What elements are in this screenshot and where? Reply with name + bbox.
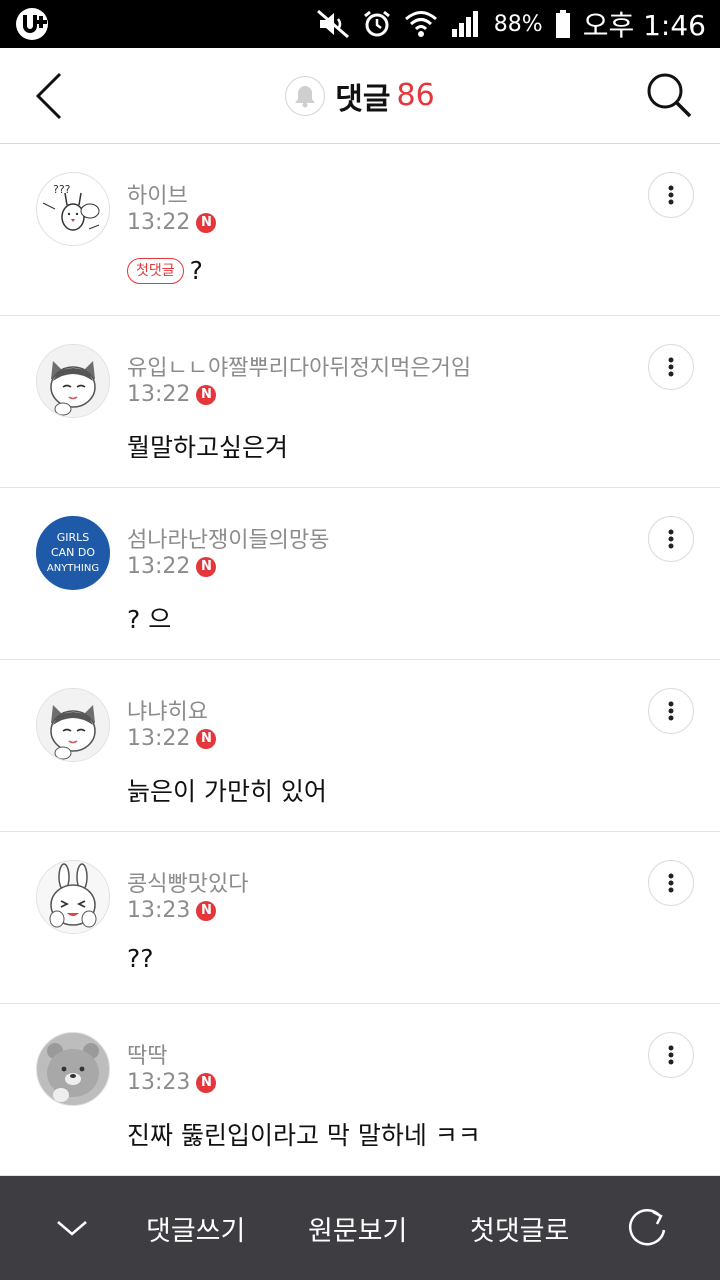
comment-text: 늙은이 가만히 있어 bbox=[127, 777, 327, 806]
search-icon bbox=[647, 73, 692, 118]
girls-can-do-anything-avatar[interactable]: GIRLS CAN DO ANYTHING bbox=[36, 516, 110, 590]
comment-author[interactable]: 콩식빵맛있다 bbox=[127, 866, 248, 898]
new-badge: N bbox=[196, 212, 217, 233]
avatar-text-line: CAN DO bbox=[51, 546, 95, 559]
comment-time: 13:22 bbox=[127, 554, 191, 579]
comment-item: 딱딱 13:23 N 진짜 뚫린입이라고 막 말하네 ㅋㅋ bbox=[0, 1004, 720, 1176]
comment-time: 13:22 bbox=[127, 382, 191, 407]
bear-character-avatar[interactable] bbox=[36, 1032, 110, 1106]
write-comment-button[interactable]: 댓글쓰기 bbox=[146, 1176, 245, 1280]
view-original-button[interactable]: 원문보기 bbox=[308, 1176, 407, 1280]
new-badge: N bbox=[196, 728, 217, 749]
status-bar: 88% 오후 1:46 bbox=[0, 0, 720, 48]
new-badge: N bbox=[196, 1072, 217, 1093]
app-header: 댓글 86 bbox=[0, 48, 720, 144]
comment-text: ? bbox=[189, 256, 203, 285]
comment-time: 13:23 bbox=[127, 1070, 191, 1095]
page-title: 댓글 bbox=[335, 81, 391, 117]
go-first-comment-button[interactable]: 첫댓글로 bbox=[470, 1176, 569, 1280]
comment-text: ?? bbox=[127, 944, 154, 973]
more-options-button[interactable] bbox=[648, 172, 694, 218]
cat-character-avatar[interactable] bbox=[36, 344, 110, 418]
first-comment-badge: 첫댓글 bbox=[127, 257, 184, 284]
comment-author[interactable]: 유입ㄴㄴ야짤뿌리다아뒤정지먹은거임 bbox=[127, 350, 471, 382]
more-options-button[interactable] bbox=[648, 688, 694, 734]
comment-item: 냐냐히요 13:22 N 늙은이 가만히 있어 bbox=[0, 660, 720, 832]
notification-bell-button[interactable] bbox=[285, 75, 326, 116]
bell-icon bbox=[295, 85, 316, 107]
comment-list: ??? 하이브 13:22 N 첫댓글 ? 유입ㄴㄴ야짤뿌리다아뒤정지먹은거임 … bbox=[0, 144, 720, 1176]
more-options-button[interactable] bbox=[648, 860, 694, 906]
refresh-icon bbox=[628, 1208, 666, 1246]
comment-author[interactable]: 섬나라난쟁이들의망동 bbox=[127, 522, 329, 554]
more-vertical-icon bbox=[668, 529, 674, 549]
comment-item: 유입ㄴㄴ야짤뿌리다아뒤정지먹은거임 13:22 N 뭘말하고싶은겨 bbox=[0, 316, 720, 488]
comment-item: GIRLS CAN DO ANYTHING 섬나라난쟁이들의망동 13:22 N… bbox=[0, 488, 720, 660]
comment-time: 13:22 bbox=[127, 726, 191, 751]
more-vertical-icon bbox=[668, 1045, 674, 1065]
comment-text: ? 으 bbox=[127, 605, 172, 634]
battery-percent: 88% bbox=[493, 11, 543, 37]
comment-text: 뭘말하고싶은겨 bbox=[127, 433, 289, 462]
new-badge: N bbox=[196, 384, 217, 405]
wifi-icon bbox=[404, 9, 438, 39]
more-vertical-icon bbox=[668, 873, 674, 893]
avatar-text-line: GIRLS bbox=[57, 531, 90, 544]
more-vertical-icon bbox=[668, 185, 674, 205]
comment-time: 13:22 bbox=[127, 210, 191, 235]
chevron-down-icon bbox=[57, 1221, 87, 1236]
comment-text: 진짜 뚫린입이라고 막 말하네 ㅋㅋ bbox=[127, 1121, 481, 1150]
alarm-icon bbox=[362, 9, 392, 39]
new-badge: N bbox=[196, 556, 217, 577]
rabbit-character-avatar[interactable] bbox=[36, 860, 110, 934]
search-button[interactable] bbox=[644, 70, 694, 122]
more-vertical-icon bbox=[668, 357, 674, 377]
collapse-button[interactable] bbox=[54, 1176, 90, 1280]
new-badge: N bbox=[196, 900, 217, 921]
cat-character-avatar[interactable] bbox=[36, 688, 110, 762]
comment-item: 콩식빵맛있다 13:23 N ?? bbox=[0, 832, 720, 1004]
comment-author[interactable]: 하이브 bbox=[127, 178, 188, 210]
more-vertical-icon bbox=[668, 701, 674, 721]
signal-icon bbox=[450, 9, 482, 39]
clock: 오후 1:46 bbox=[582, 9, 706, 42]
more-options-button[interactable] bbox=[648, 344, 694, 390]
refresh-button[interactable] bbox=[626, 1176, 670, 1280]
bottom-toolbar: 댓글쓰기 원문보기 첫댓글로 bbox=[0, 1176, 720, 1280]
svg-text:???: ??? bbox=[53, 183, 71, 196]
comment-item: ??? 하이브 13:22 N 첫댓글 ? bbox=[0, 144, 720, 316]
carrier-logo-icon bbox=[14, 6, 52, 42]
more-options-button[interactable] bbox=[648, 1032, 694, 1078]
avatar-text-line: ANYTHING bbox=[47, 563, 99, 574]
battery-icon bbox=[555, 9, 571, 39]
comment-count: 86 bbox=[396, 78, 435, 113]
comment-time: 13:23 bbox=[127, 898, 191, 923]
rabbit-sticker-avatar[interactable]: ??? bbox=[36, 172, 110, 246]
more-options-button[interactable] bbox=[648, 516, 694, 562]
mute-icon bbox=[316, 9, 350, 39]
comment-author[interactable]: 냐냐히요 bbox=[127, 694, 208, 726]
comment-author[interactable]: 딱딱 bbox=[127, 1038, 167, 1070]
